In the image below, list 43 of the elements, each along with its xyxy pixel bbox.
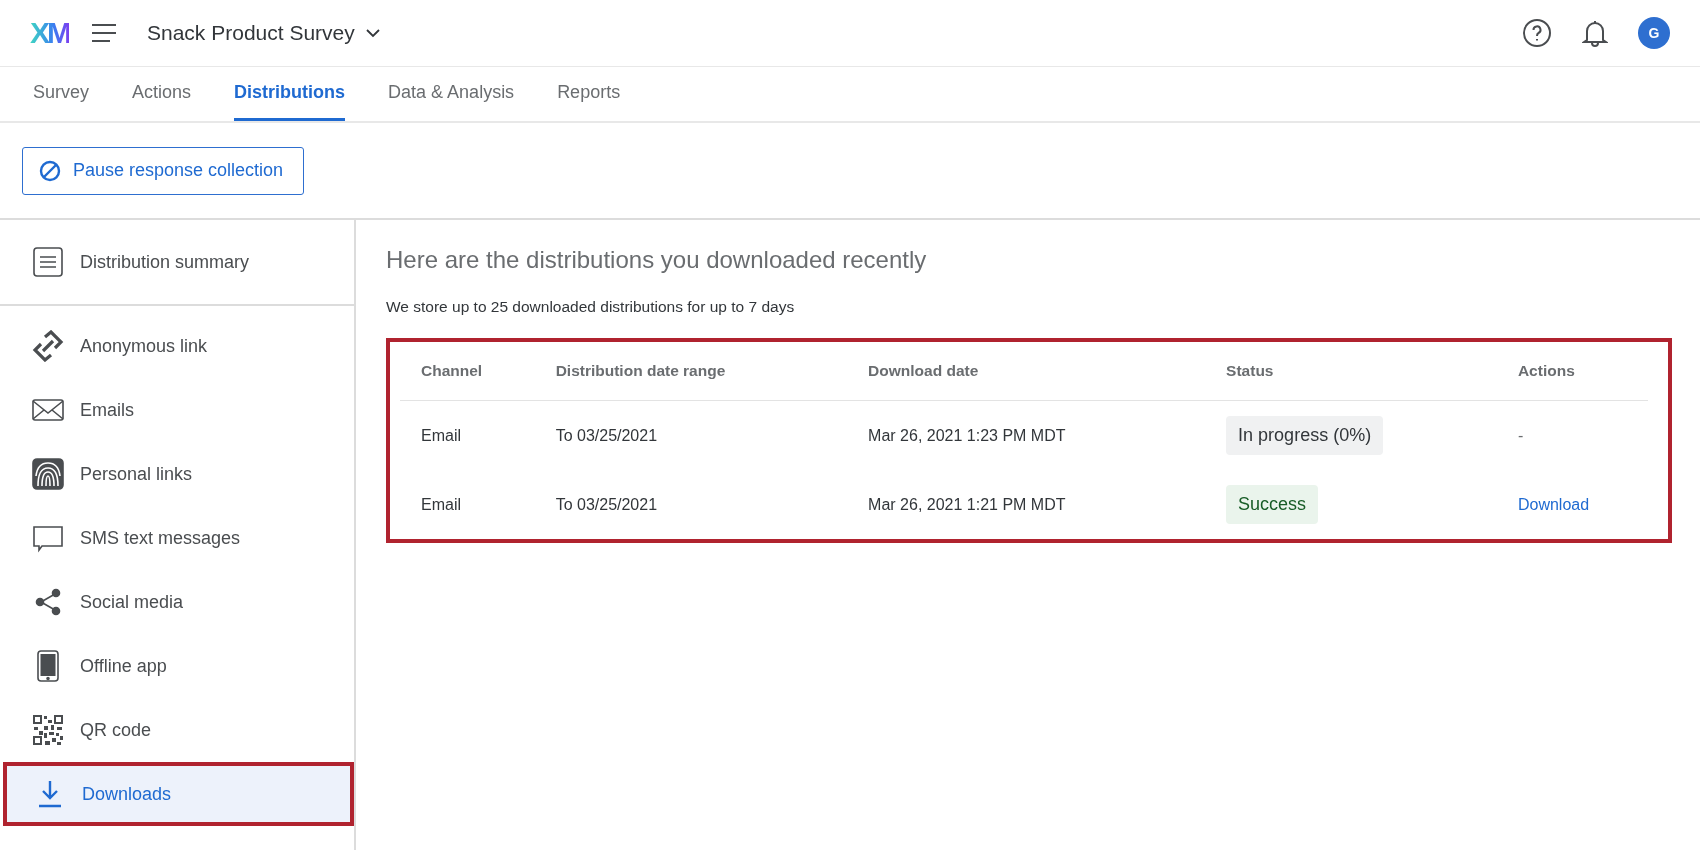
qr-code-icon <box>32 714 64 746</box>
table-cell-text: Mar 26, 2021 1:21 PM MDT <box>867 494 1067 515</box>
page-heading: Here are the distributions you downloaded recently <box>386 246 928 274</box>
sidebar-item[interactable]: Downloads <box>3 762 354 826</box>
survey-title-dropdown[interactable]: Snack Product Survey <box>147 21 381 45</box>
table-cell-text: Email <box>420 494 462 515</box>
sidebar-item[interactable]: Emails <box>0 379 354 441</box>
sidebar-item[interactable]: Distribution summary <box>0 231 250 293</box>
table-cell: Email <box>400 400 535 470</box>
sidebar-item[interactable]: Offline app <box>0 635 354 697</box>
nav-tab[interactable]: Distributions <box>234 67 346 121</box>
prohibited-icon <box>39 159 61 182</box>
download-link[interactable]: Download <box>1517 495 1590 513</box>
pause-button[interactable]: Pause response collection <box>22 146 305 195</box>
sidebar-item[interactable]: SMS text messages <box>0 507 354 569</box>
column-header: Actions <box>1496 342 1648 401</box>
table-cell-text: To 03/25/2021 <box>554 494 659 515</box>
chevron-down-icon <box>364 28 381 38</box>
table-cell: To 03/25/2021 <box>534 400 848 470</box>
nav-tab[interactable]: Data & Analysis <box>388 67 515 121</box>
nav-tab[interactable]: Reports <box>557 67 621 121</box>
help-icon[interactable] <box>1522 18 1552 48</box>
sidebar-item[interactable]: Anonymous link <box>0 315 354 377</box>
menu-icon[interactable] <box>91 23 117 43</box>
avatar[interactable]: G <box>1638 17 1670 49</box>
link-icon <box>32 330 64 362</box>
table-cell: Mar 26, 2021 1:23 PM MDT <box>847 400 1206 470</box>
column-header: Distribution date range <box>534 342 848 401</box>
nav-tab[interactable]: Actions <box>132 67 192 121</box>
nav-tab[interactable]: Survey <box>33 67 90 121</box>
bell-icon[interactable] <box>1582 18 1608 48</box>
status-badge: Success <box>1226 485 1319 524</box>
sidebar-item[interactable]: Social media <box>0 571 354 633</box>
column-header: Download date <box>847 342 1206 401</box>
column-header: Channel <box>400 342 535 401</box>
fingerprint-icon <box>32 458 64 490</box>
sidebar-item[interactable]: QR code <box>0 699 354 761</box>
storage-note: We store up to 25 downloaded distributions for up to 7 days <box>386 298 796 316</box>
empty-action: - <box>1517 426 1524 444</box>
list-icon <box>32 246 64 278</box>
sidebar-item[interactable]: Personal links <box>0 443 354 505</box>
column-header: Status <box>1205 342 1497 401</box>
status-badge: In progress (0%) <box>1226 416 1384 455</box>
